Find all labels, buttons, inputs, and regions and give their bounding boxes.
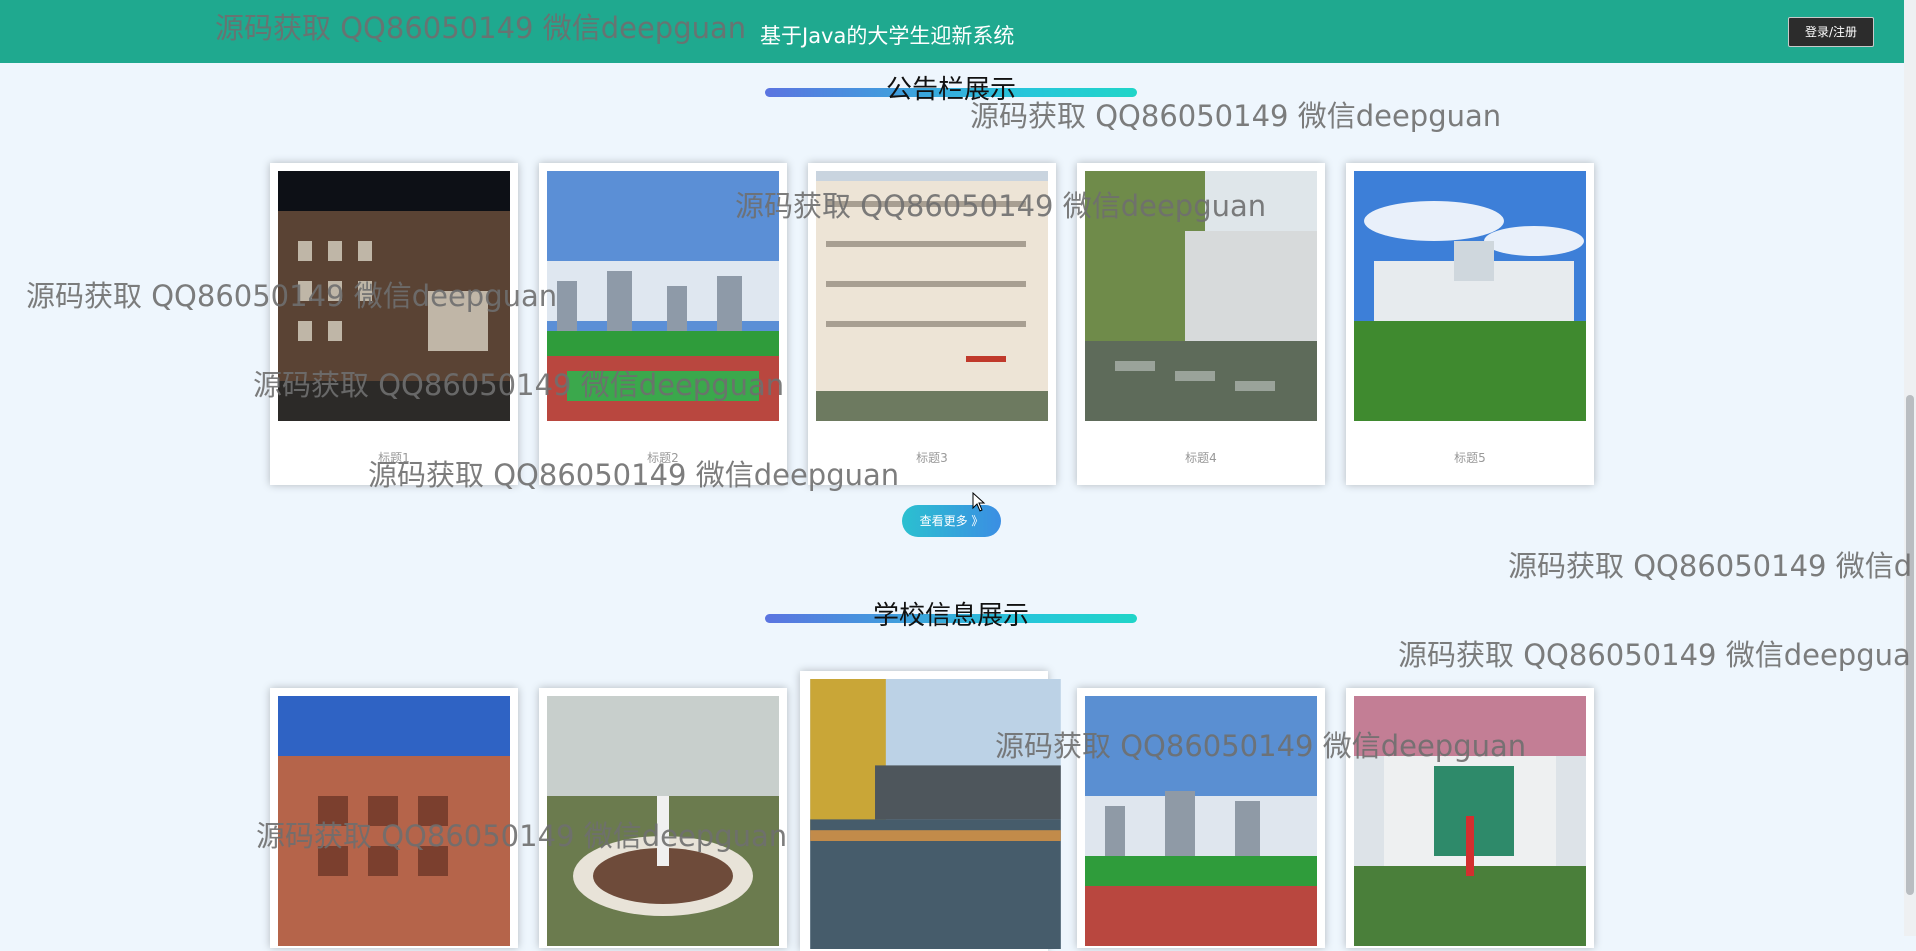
notice-card[interactable]: 标题2 bbox=[539, 163, 787, 485]
notice-card-caption: 标题3 bbox=[916, 451, 948, 465]
notice-card-caption: 标题4 bbox=[1185, 451, 1217, 465]
school-card-image bbox=[1085, 696, 1317, 946]
notice-card[interactable]: 标题1 bbox=[270, 163, 518, 485]
school-section-title: 学校信息展示 bbox=[765, 595, 1137, 631]
notice-section-title: 公告栏展示 bbox=[765, 69, 1137, 105]
notice-card[interactable]: 标题5 bbox=[1346, 163, 1594, 485]
view-more-button[interactable]: 查看更多 》 bbox=[902, 505, 1001, 537]
notice-card-caption: 标题5 bbox=[1454, 451, 1486, 465]
notice-card-caption: 标题2 bbox=[647, 451, 679, 465]
page-scrollbar[interactable] bbox=[1904, 0, 1916, 936]
notice-card[interactable]: 标题4 bbox=[1077, 163, 1325, 485]
school-card-image bbox=[278, 696, 510, 946]
school-card[interactable] bbox=[1077, 688, 1325, 948]
notice-card-image bbox=[278, 171, 510, 421]
notice-card-caption: 标题1 bbox=[378, 451, 410, 465]
school-card[interactable] bbox=[539, 688, 787, 948]
scrollbar-thumb[interactable] bbox=[1906, 395, 1914, 895]
notice-card-image bbox=[547, 171, 779, 421]
notice-card-image bbox=[1354, 171, 1586, 421]
school-card-featured[interactable] bbox=[800, 671, 1061, 951]
school-card[interactable] bbox=[1346, 688, 1594, 948]
school-card-image bbox=[547, 696, 779, 946]
school-card-image bbox=[808, 679, 1063, 949]
login-register-button[interactable]: 登录/注册 bbox=[1788, 17, 1874, 47]
notice-card[interactable]: 标题3 bbox=[808, 163, 1056, 485]
notice-section-title-text: 公告栏展示 bbox=[885, 75, 1016, 105]
school-card[interactable] bbox=[270, 688, 518, 948]
mouse-cursor-icon bbox=[972, 491, 986, 516]
top-navbar: 基于Java的大学生迎新系统 登录/注册 bbox=[0, 0, 1904, 63]
school-card-image bbox=[1354, 696, 1586, 946]
notice-card-image bbox=[1085, 171, 1317, 421]
notice-card-image bbox=[816, 171, 1048, 421]
site-title: 基于Java的大学生迎新系统 bbox=[760, 24, 1015, 48]
watermark-text: 源码获取 QQ86050149 微信deepgua bbox=[1398, 638, 1911, 672]
school-section-title-text: 学校信息展示 bbox=[872, 601, 1029, 631]
watermark-text: 源码获取 QQ86050149 微信d bbox=[1508, 549, 1913, 583]
